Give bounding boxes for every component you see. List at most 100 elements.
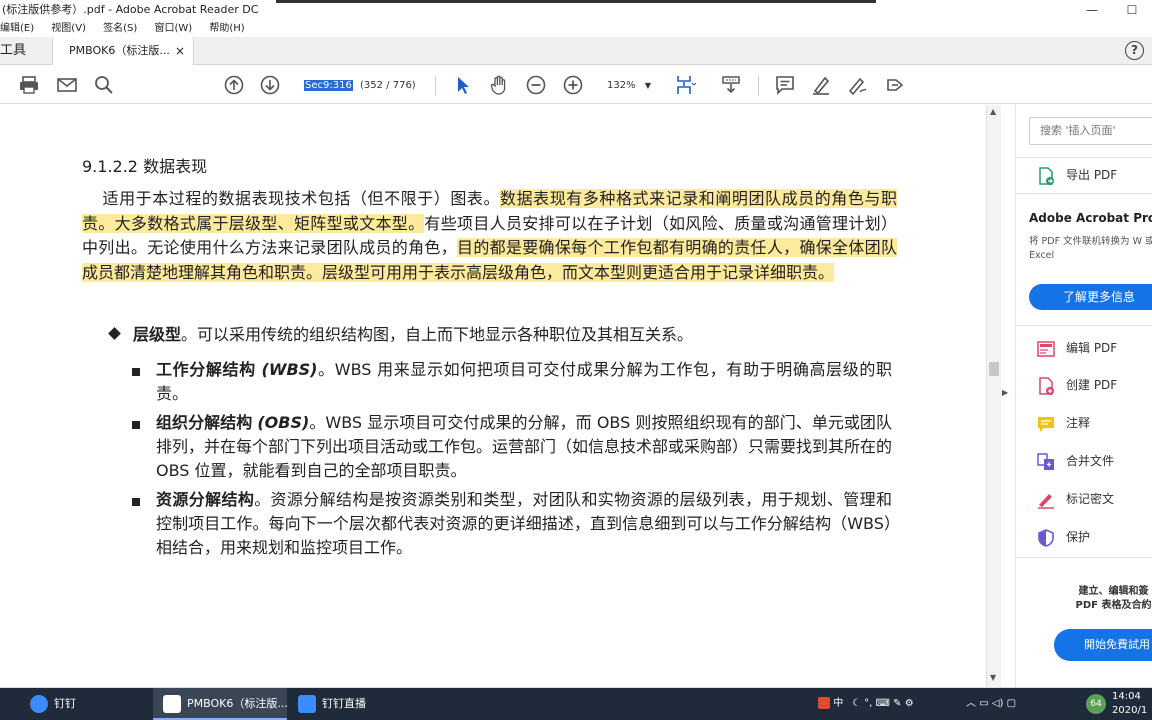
comment-item[interactable]: 注释 xyxy=(1036,411,1090,435)
export-pdf-icon xyxy=(1036,166,1056,186)
sub-bullet-item: 工作分解结构 (WBS)。WBS 用来显示如何把项目可交付成果分解为工作包，有助… xyxy=(132,358,892,406)
tray-overflow[interactable]: ︿ ▭ ◁) ▢ xyxy=(966,688,1016,720)
page-number-value: Sec9:316 xyxy=(304,80,353,91)
menu-help[interactable]: 帮助(H) xyxy=(209,20,244,37)
print-icon[interactable] xyxy=(18,74,40,96)
ime-indicator[interactable]: 中 xyxy=(818,688,843,720)
toolbar-divider xyxy=(435,76,436,96)
diamond-bullet-icon xyxy=(108,327,121,340)
mail-icon[interactable] xyxy=(56,74,78,96)
combine-files-item[interactable]: 合并文件 xyxy=(1036,449,1114,473)
bottom-promo-text: 建立、编辑和簽 PDF 表格及合約 xyxy=(1075,586,1152,611)
pane-divider xyxy=(1016,325,1152,326)
edit-pdf-label: 编辑 PDF xyxy=(1066,341,1118,355)
clock-time: 14:04 xyxy=(1112,691,1141,702)
window-title: (标注版供参考）.pdf - Adobe Acrobat Reader DC xyxy=(2,3,259,16)
search-icon[interactable] xyxy=(93,74,115,96)
vertical-scrollbar[interactable]: ▲ ▼ xyxy=(986,105,1001,687)
page-up-icon[interactable] xyxy=(223,74,245,96)
protect-item[interactable]: 保护 xyxy=(1036,525,1090,549)
sign-icon[interactable] xyxy=(846,74,868,96)
combine-files-icon xyxy=(1036,452,1056,472)
hand-tool-icon[interactable] xyxy=(488,74,510,96)
page-number-input[interactable]: Sec9:316 xyxy=(302,77,353,94)
taskbar-dingtalk[interactable]: 钉钉 xyxy=(24,688,148,720)
toolbar-divider xyxy=(758,76,759,96)
highlight-pen-icon[interactable] xyxy=(810,74,832,96)
edit-pdf-icon xyxy=(1036,339,1056,359)
share-icon[interactable] xyxy=(884,74,906,96)
export-pdf-item[interactable]: 导出 PDF xyxy=(1036,163,1117,187)
comment-tool-icon xyxy=(1036,414,1056,434)
square-bullet-icon xyxy=(132,498,140,506)
maximize-button[interactable]: ☐ xyxy=(1112,0,1152,20)
zoom-in-icon[interactable] xyxy=(562,74,584,96)
tab-document-label: PMBOK6（标注版... xyxy=(69,44,170,57)
create-pdf-icon xyxy=(1036,376,1056,396)
scroll-thumb[interactable] xyxy=(989,362,999,376)
scroll-mode-icon[interactable] xyxy=(720,74,742,96)
scroll-up-icon[interactable]: ▲ xyxy=(990,107,996,116)
pane-divider xyxy=(1016,193,1152,194)
free-trial-button[interactable]: 開始免費試用 xyxy=(1054,629,1152,661)
collapse-pane-icon[interactable]: ▶ xyxy=(1002,388,1008,397)
tab-document[interactable]: PMBOK6（标注版... × xyxy=(52,37,194,65)
fit-page-icon[interactable] xyxy=(674,74,697,96)
tab-close-icon[interactable]: × xyxy=(175,37,185,65)
minimize-button[interactable]: — xyxy=(1072,0,1112,20)
menu-sign[interactable]: 签名(S) xyxy=(103,20,137,37)
menu-bar: 编辑(E) 视图(V) 签名(S) 窗口(W) 帮助(H) xyxy=(0,20,1152,37)
title-bar: (标注版供参考）.pdf - Adobe Acrobat Reader DC —… xyxy=(0,0,1152,20)
taskbar-dingtalk-live[interactable]: 钉钉直播 xyxy=(292,688,416,720)
taskbar-label: 钉钉 xyxy=(54,697,76,710)
scroll-down-icon[interactable]: ▼ xyxy=(990,673,996,682)
system-clock[interactable]: 14:04 2020/1 xyxy=(1112,690,1152,718)
pane-divider xyxy=(1016,157,1152,158)
taskbar-label: PMBOK6（标注版... xyxy=(187,697,288,710)
zoom-value: 132% xyxy=(607,80,636,91)
create-pdf-label: 创建 PDF xyxy=(1066,378,1118,392)
tray-icons[interactable]: ☾ °, ⌨ ✎ ⚙ xyxy=(852,688,914,720)
tray-badge[interactable]: 64 xyxy=(1086,694,1106,714)
select-cursor-icon[interactable] xyxy=(452,74,474,96)
document-viewport[interactable]: 9.1.2.2 数据表现 适用于本过程的数据表现技术包括（但不限于）图表。数据表… xyxy=(0,105,986,687)
toolbar: Sec9:316 (352 / 776) 132% ▼ xyxy=(0,66,1152,104)
keyboard-icon: ⌨ xyxy=(875,698,890,709)
menu-edit[interactable]: 编辑(E) xyxy=(0,20,34,37)
taskbar-label: 钉钉直播 xyxy=(322,697,366,710)
promo-text: 将 PDF 文件联机转换为 W 或 Excel xyxy=(1029,236,1152,261)
sub-bullet-text: 。资源分解结构是按资源类别和类型，对团队和实物资源的层级列表，用于规划、管理和控… xyxy=(156,490,892,557)
bullet-item: 层级型。可以采用传统的组织结构图，自上而下地显示各种职位及其相互关系。 xyxy=(108,323,900,347)
tab-tools[interactable]: 工具 xyxy=(0,37,50,65)
bullet-text: 。可以采用传统的组织结构图，自上而下地显示各种职位及其相互关系。 xyxy=(181,325,694,344)
dingtalk-icon xyxy=(30,695,48,713)
sub-bullet-item: 资源分解结构。资源分解结构是按资源类别和类型，对团队和实物资源的层级列表，用于规… xyxy=(132,488,892,560)
moon-icon: ☾ °, xyxy=(852,698,876,709)
redact-label: 标记密文 xyxy=(1066,492,1115,506)
menu-view[interactable]: 视图(V) xyxy=(51,20,86,37)
sub-bullet-label: 组织分解结构 xyxy=(156,413,253,432)
sub-bullet-abbr: (WBS) xyxy=(261,360,318,379)
learn-more-button[interactable]: 了解更多信息 xyxy=(1029,284,1152,310)
comment-icon[interactable] xyxy=(774,74,796,96)
sub-bullet-item: 组织分解结构 (OBS)。WBS 显示项目可交付成果的分解，而 OBS 则按照组… xyxy=(132,411,892,483)
zoom-out-icon[interactable] xyxy=(525,74,547,96)
chevron-up-icon: ︿ xyxy=(966,698,976,709)
network-icon: ▭ xyxy=(979,698,989,709)
taskbar-acrobat[interactable]: PMBOK6（标注版... xyxy=(153,688,288,720)
zoom-select[interactable]: 132% ▼ xyxy=(597,77,655,94)
promo-title: Adobe Acrobat Pro D xyxy=(1029,211,1152,225)
live-icon xyxy=(298,695,316,713)
notification-icon: ▢ xyxy=(1006,698,1017,709)
shield-icon xyxy=(1036,528,1056,548)
menu-window[interactable]: 窗口(W) xyxy=(155,20,193,37)
create-pdf-item[interactable]: 创建 PDF xyxy=(1036,373,1117,397)
protect-label: 保护 xyxy=(1066,530,1091,544)
edit-pdf-item[interactable]: 编辑 PDF xyxy=(1036,336,1117,360)
paragraph-text: 适用于本过程的数据表现技术包括（但不限于）图表。 xyxy=(102,189,501,208)
ime-mode: 中 xyxy=(833,698,844,709)
tools-search-input[interactable]: 搜索 '插入页面' xyxy=(1029,117,1152,145)
help-icon[interactable]: ? xyxy=(1125,41,1144,60)
page-down-icon[interactable] xyxy=(259,74,281,96)
redact-item[interactable]: 标记密文 xyxy=(1036,487,1114,511)
